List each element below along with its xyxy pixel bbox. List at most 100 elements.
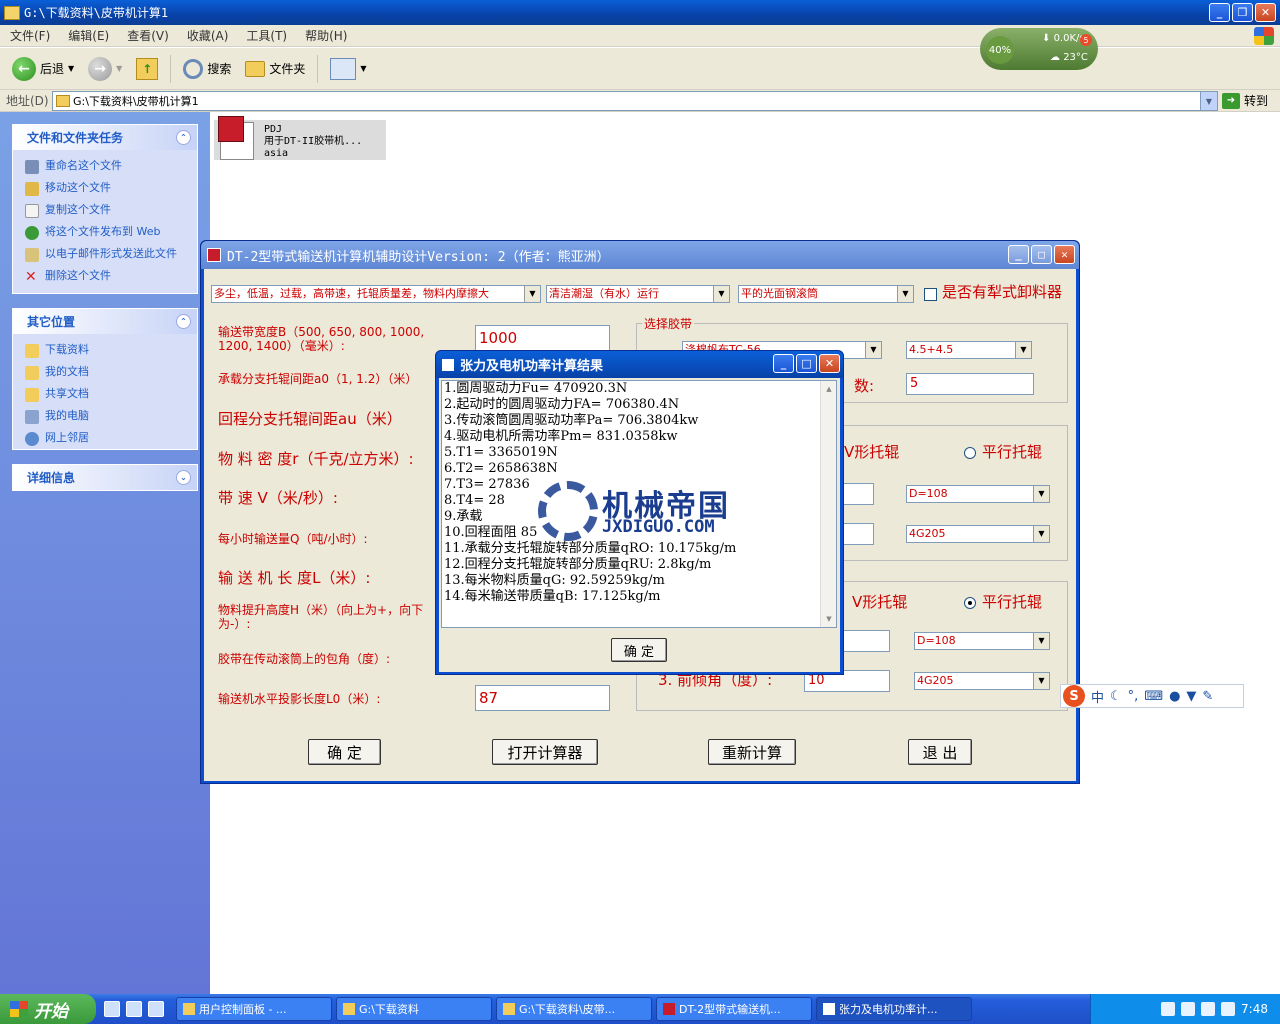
ime-chinese-mode[interactable]: 中: [1091, 687, 1104, 706]
environment-select[interactable]: 清洁潮湿（有水）运行 ▼: [546, 285, 730, 303]
dialog-title-bar[interactable]: 张力及电机功率计算结果 _ □ ✕: [436, 351, 843, 378]
delete-file-link[interactable]: ✕ 删除这个文件: [25, 270, 189, 285]
bearing-select-2[interactable]: 4G205 ▼: [914, 672, 1050, 690]
other-places-header[interactable]: 其它位置 ⌃: [13, 309, 197, 334]
back-arrow-icon: ←: [12, 56, 36, 81]
menu-tools[interactable]: 工具(T): [246, 27, 287, 44]
move-file-link[interactable]: 移动这个文件: [25, 182, 189, 196]
place-shared-documents[interactable]: 共享文档: [25, 388, 189, 402]
belt-cover-select[interactable]: 4.5+4.5 ▼: [906, 341, 1032, 359]
maximize-button[interactable]: □: [1031, 245, 1052, 264]
vertical-scrollbar[interactable]: ▲ ▼: [820, 381, 836, 627]
publish-web-link[interactable]: 将这个文件发布到 Web: [25, 226, 189, 240]
task-belt-folder[interactable]: G:\下载资料\皮带...: [496, 997, 652, 1021]
task-result-dialog[interactable]: 张力及电机功率计...: [816, 997, 972, 1021]
minimize-button[interactable]: _: [1008, 245, 1029, 264]
idler-diameter-select-2[interactable]: D=108 ▼: [914, 632, 1050, 650]
help-tray-icon[interactable]: [1181, 1002, 1196, 1016]
scroll-up-icon[interactable]: ▲: [821, 381, 836, 397]
results-textbox[interactable]: 1.圆周驱动力Fu= 470920.3N 2.起动时的圆周驱动力FA= 7063…: [441, 380, 837, 628]
place-my-computer[interactable]: 我的电脑: [25, 410, 189, 424]
layers-input[interactable]: 5: [906, 373, 1034, 395]
menu-help[interactable]: 帮助(H): [305, 27, 347, 44]
file-tasks-header[interactable]: 文件和文件夹任务 ⌃: [13, 125, 197, 150]
belt-width-input[interactable]: 1000: [475, 325, 610, 351]
chevron-down-icon[interactable]: ▼: [116, 64, 122, 73]
close-button[interactable]: ✕: [1054, 245, 1075, 264]
menu-favorites[interactable]: 收藏(A): [187, 27, 229, 44]
open-calculator-button[interactable]: 打开计算器: [492, 739, 598, 765]
punctuation-icon[interactable]: °,: [1128, 689, 1139, 704]
search-icon[interactable]: [126, 1001, 142, 1017]
network-monitor-gadget[interactable]: 40% ⬇ 0.0K/s ☁ 23°C 5: [980, 28, 1098, 70]
parallel-idler-radio-1[interactable]: [964, 447, 976, 459]
expand-icon[interactable]: ⌄: [176, 470, 191, 485]
scroll-down-icon[interactable]: ▼: [821, 611, 836, 627]
file-item[interactable]: PDJ 用于DT-II胶带机... asia: [214, 116, 386, 160]
drum-type-select[interactable]: 平的光面钢滚筒 ▼: [738, 285, 914, 303]
close-button[interactable]: ✕: [819, 354, 840, 373]
plow-discharger-checkbox[interactable]: [924, 288, 937, 301]
chevron-down-icon[interactable]: ▼: [68, 64, 74, 73]
folders-button[interactable]: 文件夹: [241, 53, 309, 85]
goto-button[interactable]: ➜ 转到: [1222, 92, 1268, 109]
task-control-panel[interactable]: 用户控制面板 - ...: [176, 997, 332, 1021]
clock[interactable]: 7:48: [1241, 1002, 1268, 1016]
start-button[interactable]: 开始: [0, 994, 96, 1024]
minimize-button[interactable]: _: [773, 354, 794, 373]
dialog-ok-button[interactable]: 确 定: [611, 638, 667, 662]
maximize-button[interactable]: ❐: [1232, 3, 1253, 22]
bearing-select-1[interactable]: 4G205 ▼: [906, 525, 1050, 543]
keyboard-icon[interactable]: ⌨: [1144, 689, 1163, 704]
rename-file-link[interactable]: 重命名这个文件: [25, 160, 189, 174]
projected-length-input[interactable]: 87: [475, 685, 610, 711]
menu-file[interactable]: 文件(F): [10, 27, 50, 44]
search-button[interactable]: 搜索: [179, 53, 235, 85]
place-downloads[interactable]: 下载资料: [25, 344, 189, 358]
address-bar: 地址(D) G:\下载资料\皮带机计算1 ▼ ➜ 转到: [0, 90, 1280, 112]
back-button[interactable]: ← 后退 ▼: [8, 53, 78, 85]
minimize-button[interactable]: _: [1209, 3, 1230, 22]
details-header[interactable]: 详细信息 ⌄: [13, 465, 197, 490]
place-network[interactable]: 网上邻居: [25, 432, 189, 446]
copy-file-link[interactable]: 复制这个文件: [25, 204, 189, 218]
task-downloads-folder[interactable]: G:\下载资料: [336, 997, 492, 1021]
ok-button[interactable]: 确 定: [308, 739, 381, 765]
exit-button[interactable]: 退 出: [908, 739, 972, 765]
show-desktop-icon[interactable]: [104, 1001, 120, 1017]
network-tray-icon[interactable]: [1201, 1002, 1216, 1016]
collapse-icon[interactable]: ⌃: [176, 314, 191, 329]
explorer-title-bar[interactable]: G:\下载资料\皮带机计算1 _ ❐ ✕: [0, 0, 1280, 25]
up-folder-button[interactable]: ↑: [132, 53, 162, 85]
collapse-icon[interactable]: ⌃: [176, 130, 191, 145]
browser-icon[interactable]: [148, 1001, 164, 1017]
result-line: 3.传动滚筒圆周驱动功率Pa= 706.3804kw: [444, 413, 699, 428]
close-button[interactable]: ✕: [1255, 3, 1276, 22]
task-dt2-app[interactable]: DT-2型带式输送机...: [656, 997, 812, 1021]
toolbar-separator: [317, 54, 319, 83]
email-file-link[interactable]: 以电子邮件形式发送此文件: [25, 248, 189, 262]
address-dropdown-icon[interactable]: ▼: [1200, 92, 1217, 110]
place-my-documents[interactable]: 我的文档: [25, 366, 189, 380]
parallel-idler-radio-2[interactable]: [964, 597, 976, 609]
maximize-button[interactable]: □: [796, 354, 817, 373]
ime-toolbar[interactable]: S 中 ☾ °, ⌨ ● ▼ ✎: [1060, 684, 1244, 708]
dialog-icon: [823, 1003, 835, 1015]
menu-edit[interactable]: 编辑(E): [68, 27, 109, 44]
app-title-bar[interactable]: DT-2型带式输送机计算机辅助设计Version: 2（作者：熊亚洲） _ □ …: [201, 241, 1079, 269]
address-input[interactable]: G:\下载资料\皮带机计算1 ▼: [52, 91, 1218, 111]
condition-select[interactable]: 多尘，低温，过载，高带速，托辊质量差，物料内摩擦大 ▼: [211, 285, 541, 303]
idler-diameter-select-1[interactable]: D=108 ▼: [906, 485, 1050, 503]
forward-button[interactable]: → ▼: [84, 53, 126, 85]
user-icon[interactable]: ●: [1169, 689, 1180, 704]
sogou-tray-icon[interactable]: [1161, 1002, 1176, 1016]
recalculate-button[interactable]: 重新计算: [708, 739, 796, 765]
return-idler-spacing-label: 回程分支托辊间距au（米）: [218, 410, 402, 428]
views-button[interactable]: ▼: [326, 53, 370, 85]
moon-icon[interactable]: ☾: [1110, 689, 1122, 704]
skin-icon[interactable]: ▼: [1186, 689, 1196, 704]
wrench-icon[interactable]: ✎: [1202, 689, 1213, 704]
menu-view[interactable]: 查看(V): [127, 27, 169, 44]
volume-tray-icon[interactable]: [1221, 1002, 1236, 1016]
sogou-logo-icon[interactable]: S: [1063, 685, 1085, 707]
